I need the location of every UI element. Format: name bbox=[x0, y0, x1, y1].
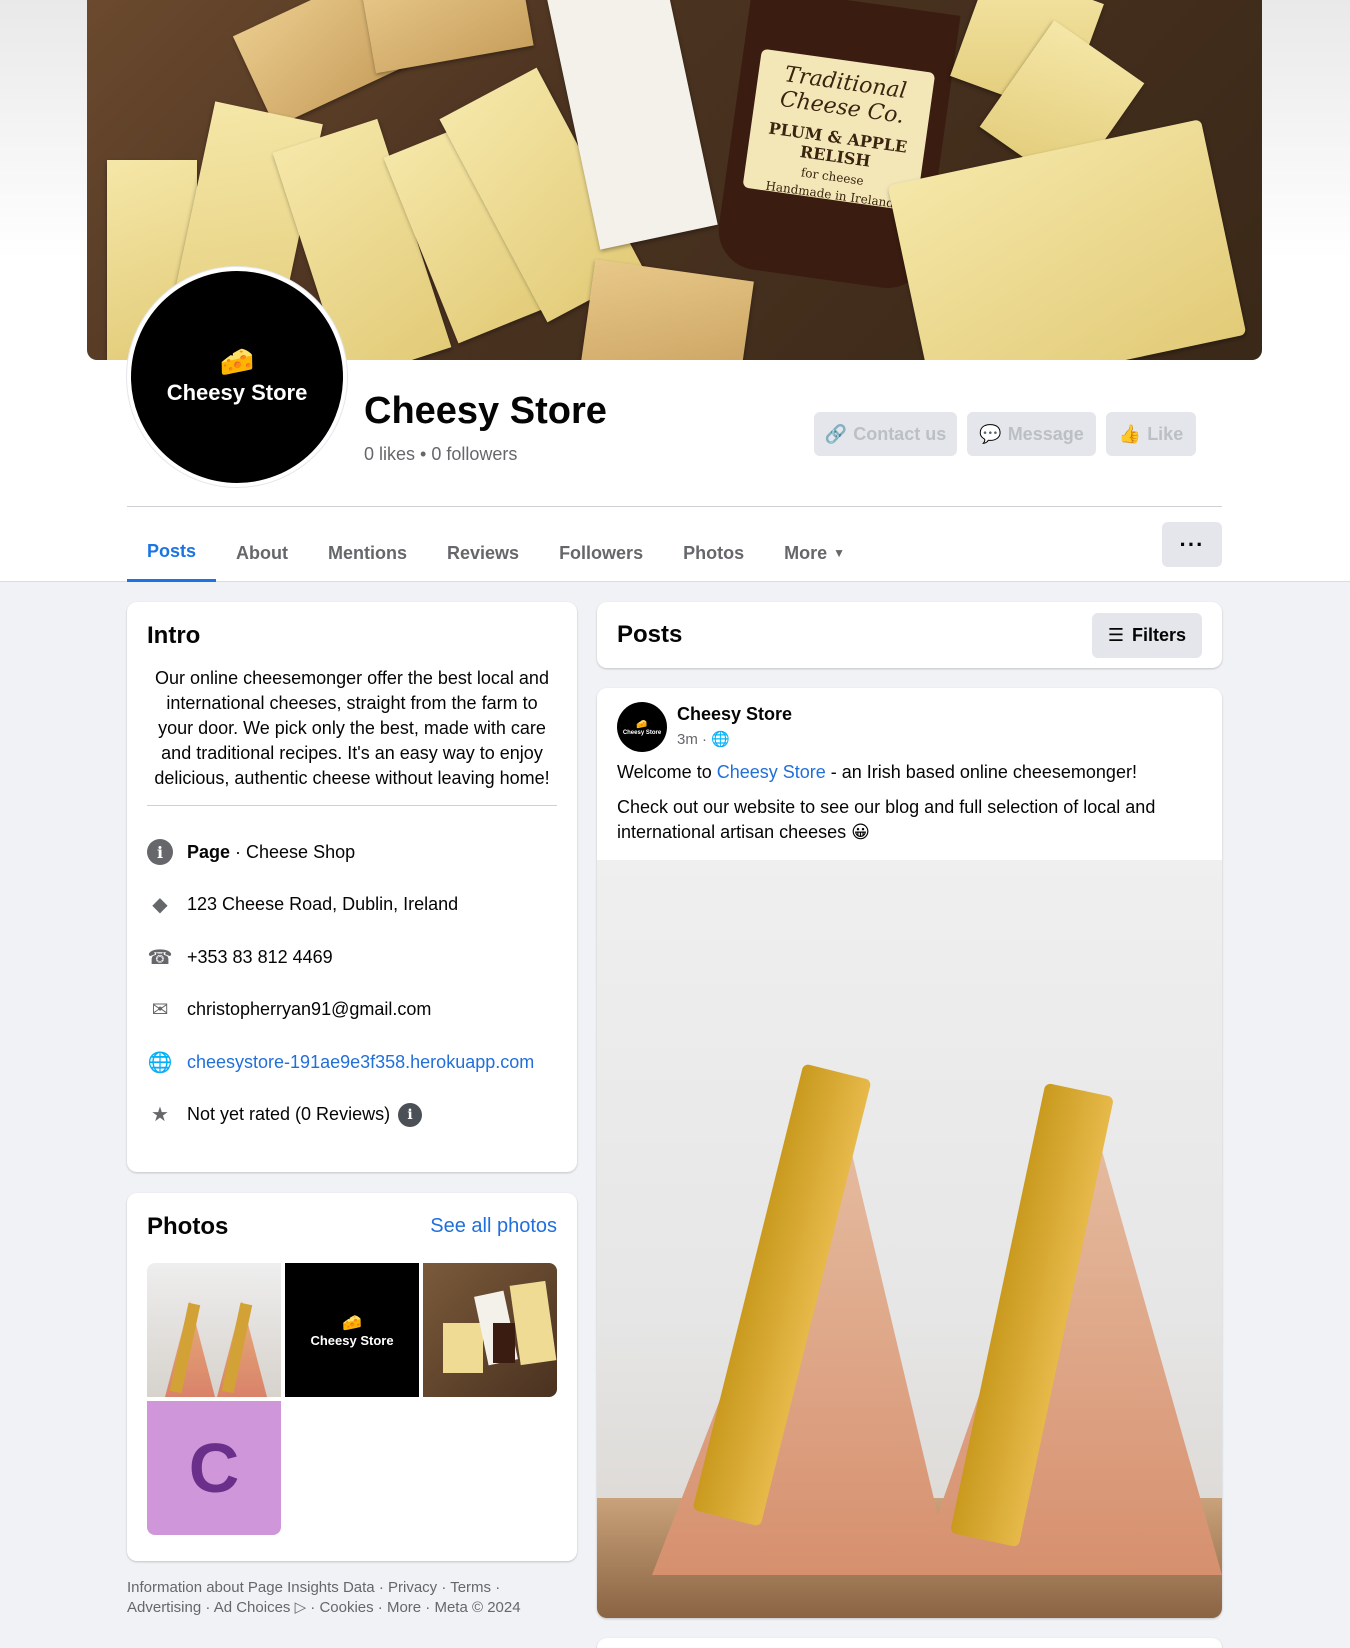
like-button[interactable]: 👍 Like bbox=[1106, 412, 1196, 456]
post-text-suffix: - an Irish based online cheesemonger! bbox=[825, 762, 1137, 782]
tab-label: Reviews bbox=[447, 542, 520, 563]
post-author-avatar[interactable]: 🧀 Cheesy Store bbox=[617, 702, 667, 752]
message-label: Message bbox=[1007, 423, 1084, 444]
posts-title: Posts bbox=[617, 621, 683, 648]
post-author-name[interactable]: Cheesy Store bbox=[677, 704, 792, 725]
cheese-icon: 🧀 bbox=[219, 346, 255, 377]
tab-label: Photos bbox=[683, 542, 745, 563]
cheese-icon: 🧀 bbox=[636, 718, 648, 729]
page-header: Traditional Cheese Co. PLUM & APPLE RELI… bbox=[0, 0, 1350, 582]
sliders-icon: ☰ bbox=[1107, 624, 1124, 645]
header-divider bbox=[127, 506, 1222, 507]
intro-card: Intro Our online cheesemonger offer the … bbox=[127, 602, 577, 1172]
tab-mentions[interactable]: Mentions bbox=[308, 524, 427, 582]
rating-text: Not yet rated (0 Reviews) bbox=[187, 1104, 391, 1125]
post-text-prefix: Welcome to bbox=[617, 762, 717, 782]
envelope-icon: ✉ bbox=[151, 999, 169, 1022]
cracker-shape bbox=[360, 0, 534, 74]
next-post-card bbox=[597, 1638, 1222, 1648]
filters-label: Filters bbox=[1131, 624, 1186, 645]
intro-divider bbox=[147, 805, 557, 806]
info-address[interactable]: ◆ 123 Cheese Road, Dublin, Ireland bbox=[147, 879, 557, 932]
page-footer[interactable]: Information about Page Insights Data · P… bbox=[127, 1578, 567, 1618]
globe-icon: 🌐 bbox=[711, 731, 730, 748]
tab-about[interactable]: About bbox=[216, 524, 308, 582]
see-all-photos-link[interactable]: See all photos bbox=[430, 1215, 557, 1238]
cheese-wedge bbox=[887, 119, 1247, 360]
email-text: christopherryan91@gmail.com bbox=[187, 999, 432, 1020]
photo-thumb-board[interactable] bbox=[423, 1263, 557, 1397]
post-image[interactable] bbox=[597, 860, 1222, 1618]
page-stats[interactable]: 0 likes • 0 followers bbox=[364, 444, 517, 465]
info-icon: i bbox=[147, 839, 173, 866]
phone-text: +353 83 812 4469 bbox=[187, 946, 333, 967]
caret-down-icon: ▼ bbox=[833, 546, 845, 560]
rating-info-icon[interactable]: i bbox=[398, 1102, 423, 1127]
post-line-1: Welcome to Cheesy Store - an Irish based… bbox=[617, 760, 1202, 785]
cheese-icon: 🧀 bbox=[342, 1314, 362, 1332]
tab-label: Posts bbox=[147, 541, 197, 561]
filters-button[interactable]: ☰ Filters bbox=[1091, 612, 1202, 658]
photo-thumb-logo[interactable]: 🧀 Cheesy Store bbox=[285, 1263, 419, 1397]
intro-title: Intro bbox=[147, 622, 201, 649]
info-email[interactable]: ✉ christopherryan91@gmail.com bbox=[147, 984, 557, 1037]
avatar-label: Cheesy Store bbox=[166, 380, 308, 405]
directions-icon: ◆ bbox=[152, 894, 168, 917]
post-card: 🧀 Cheesy Store Cheesy Store 3m · 🌐 Welco… bbox=[597, 688, 1222, 1618]
tab-photos[interactable]: Photos bbox=[663, 524, 764, 582]
post-timestamp[interactable]: 3m · 🌐 bbox=[677, 730, 730, 748]
intro-bio: Our online cheesemonger offer the best l… bbox=[154, 668, 550, 788]
messenger-icon: 💬 bbox=[979, 423, 1002, 444]
photo-thumb-letter[interactable]: C bbox=[147, 1401, 281, 1535]
info-rating: ★ Not yet rated (0 Reviews) i bbox=[147, 1089, 557, 1142]
category-text: · Cheese Shop bbox=[230, 841, 356, 862]
posts-header-card: Posts ☰ Filters bbox=[597, 602, 1222, 668]
tab-label: About bbox=[236, 542, 289, 563]
page-title: Cheesy Store bbox=[364, 390, 607, 432]
letter-tile-text: C bbox=[188, 1429, 240, 1507]
tab-label: Followers bbox=[559, 542, 644, 563]
tab-followers[interactable]: Followers bbox=[539, 524, 663, 582]
tab-label: Mentions bbox=[328, 542, 408, 563]
tab-posts[interactable]: Posts bbox=[127, 524, 217, 582]
globe-icon: 🌐 bbox=[147, 1051, 173, 1074]
info-website[interactable]: 🌐 cheesystore-191ae9e3f358.herokuapp.com bbox=[147, 1036, 557, 1089]
page-label: Page bbox=[187, 841, 231, 862]
thumb-logo-label: Cheesy Store bbox=[310, 1332, 394, 1348]
website-link[interactable]: cheesystore-191ae9e3f358.herokuapp.com bbox=[187, 1052, 534, 1073]
info-category: i Page · Cheese Shop bbox=[147, 826, 557, 879]
message-button[interactable]: 💬 Message bbox=[967, 412, 1096, 456]
photo-thumb-comte[interactable] bbox=[147, 1263, 281, 1397]
photos-card: Photos See all photos 🧀 Cheesy Store C bbox=[127, 1193, 577, 1561]
post-line-2: Check out our website to see our blog an… bbox=[617, 797, 1156, 842]
tab-reviews[interactable]: Reviews bbox=[427, 524, 539, 582]
contact-us-label: Contact us bbox=[853, 423, 947, 444]
link-icon: 🔗 bbox=[824, 423, 848, 444]
post-time-text: 3m · bbox=[677, 731, 707, 748]
address-text: 123 Cheese Road, Dublin, Ireland bbox=[187, 894, 459, 915]
phone-icon: ☎ bbox=[147, 946, 173, 969]
page-tabs: Posts About Mentions Reviews Followers P… bbox=[127, 524, 865, 582]
page-avatar[interactable]: 🧀 Cheesy Store bbox=[127, 267, 347, 487]
star-icon: ★ bbox=[151, 1104, 169, 1127]
post-page-link[interactable]: Cheesy Store bbox=[717, 762, 826, 782]
tab-label: More bbox=[784, 542, 828, 563]
post-avatar-label: Cheesy Store bbox=[622, 729, 662, 736]
more-options-button[interactable]: ··· bbox=[1162, 522, 1222, 567]
post-body: Welcome to Cheesy Store - an Irish based… bbox=[617, 760, 1202, 855]
more-dots-icon: ··· bbox=[1179, 531, 1205, 557]
thumbs-up-icon: 👍 bbox=[1118, 423, 1142, 444]
tab-more[interactable]: More ▼ bbox=[764, 524, 865, 582]
like-label: Like bbox=[1147, 423, 1184, 444]
contact-us-button[interactable]: 🔗 Contact us bbox=[814, 412, 957, 456]
info-phone[interactable]: ☎ +353 83 812 4469 bbox=[147, 931, 557, 984]
cracker-shape bbox=[580, 259, 754, 360]
